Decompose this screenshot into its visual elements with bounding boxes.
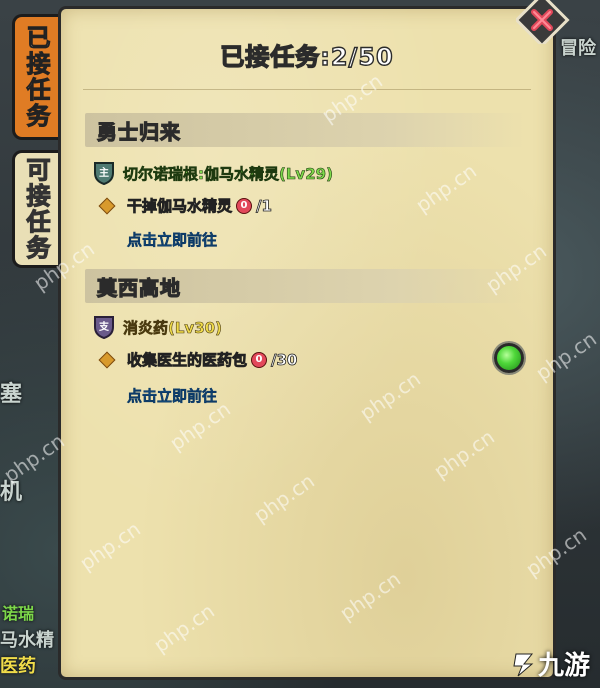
- bg-text-fragment: 诺瑞: [2, 604, 35, 623]
- objective-bullet-icon: [98, 197, 116, 214]
- tab-accepted-quests-label: 已接任务: [22, 25, 51, 130]
- main-quest-shield-icon: 主: [93, 161, 115, 186]
- close-button[interactable]: [514, 0, 570, 48]
- bg-text-fragment: 塞: [0, 382, 23, 407]
- section-header: 莫西高地: [85, 269, 525, 303]
- tab-available-quests-label: 可接任务: [21, 156, 50, 261]
- quest-name: 消炎药(Lv30): [123, 318, 223, 337]
- track-quest-toggle[interactable]: [494, 343, 524, 373]
- objective-progress-current: 0: [236, 197, 253, 214]
- section-header: 勇士归来: [85, 113, 525, 147]
- svg-text:支: 支: [98, 320, 110, 333]
- bg-text-fragment: 马水精: [0, 630, 54, 651]
- panel-title: 已接任务:2/50: [220, 42, 394, 71]
- quest-objective-row: 收集医生的医药包 0 /30: [98, 349, 298, 370]
- tab-accepted-quests[interactable]: 已接任务: [12, 14, 58, 140]
- quest-name: 切尔诺瑞根:伽马水精灵(Lv29): [123, 164, 334, 183]
- quest-title-row[interactable]: 支 消炎药(Lv30): [93, 315, 223, 340]
- title-divider: [83, 89, 531, 90]
- quest-title-row[interactable]: 主 切尔诺瑞根:伽马水精灵(Lv29): [93, 161, 334, 186]
- quest-log-panel: 已接任务:2/50 勇士归来 主 切尔诺瑞根:伽马水精灵(Lv29) 干掉伽马水…: [58, 6, 556, 680]
- tab-available-quests[interactable]: 可接任务: [12, 150, 58, 268]
- side-quest-shield-icon: 支: [93, 315, 115, 340]
- section-header-label: 勇士归来: [96, 119, 181, 144]
- close-icon: [514, 0, 570, 48]
- section-header-label: 莫西高地: [96, 275, 181, 300]
- brand-logo-label: 九游: [537, 651, 590, 681]
- objective-progress-total: /1: [256, 196, 273, 215]
- objective-progress-total: /30: [271, 350, 298, 369]
- brand-logo: 九游: [510, 645, 590, 682]
- goto-now-link[interactable]: 点击立即前往: [127, 229, 218, 250]
- bg-text-fragment: 医药: [0, 656, 36, 677]
- brand-logo-icon: [513, 653, 534, 676]
- objective-text: 收集医生的医药包: [127, 351, 248, 370]
- objective-text: 干掉伽马水精灵: [127, 197, 233, 216]
- goto-now-link[interactable]: 点击立即前往: [127, 385, 218, 406]
- objective-bullet-icon: [98, 351, 116, 368]
- bg-text-fragment: 机: [0, 480, 23, 505]
- svg-text:主: 主: [99, 166, 109, 179]
- objective-progress-current: 0: [251, 351, 268, 368]
- quest-objective-row: 干掉伽马水精灵 0 /1: [98, 195, 273, 216]
